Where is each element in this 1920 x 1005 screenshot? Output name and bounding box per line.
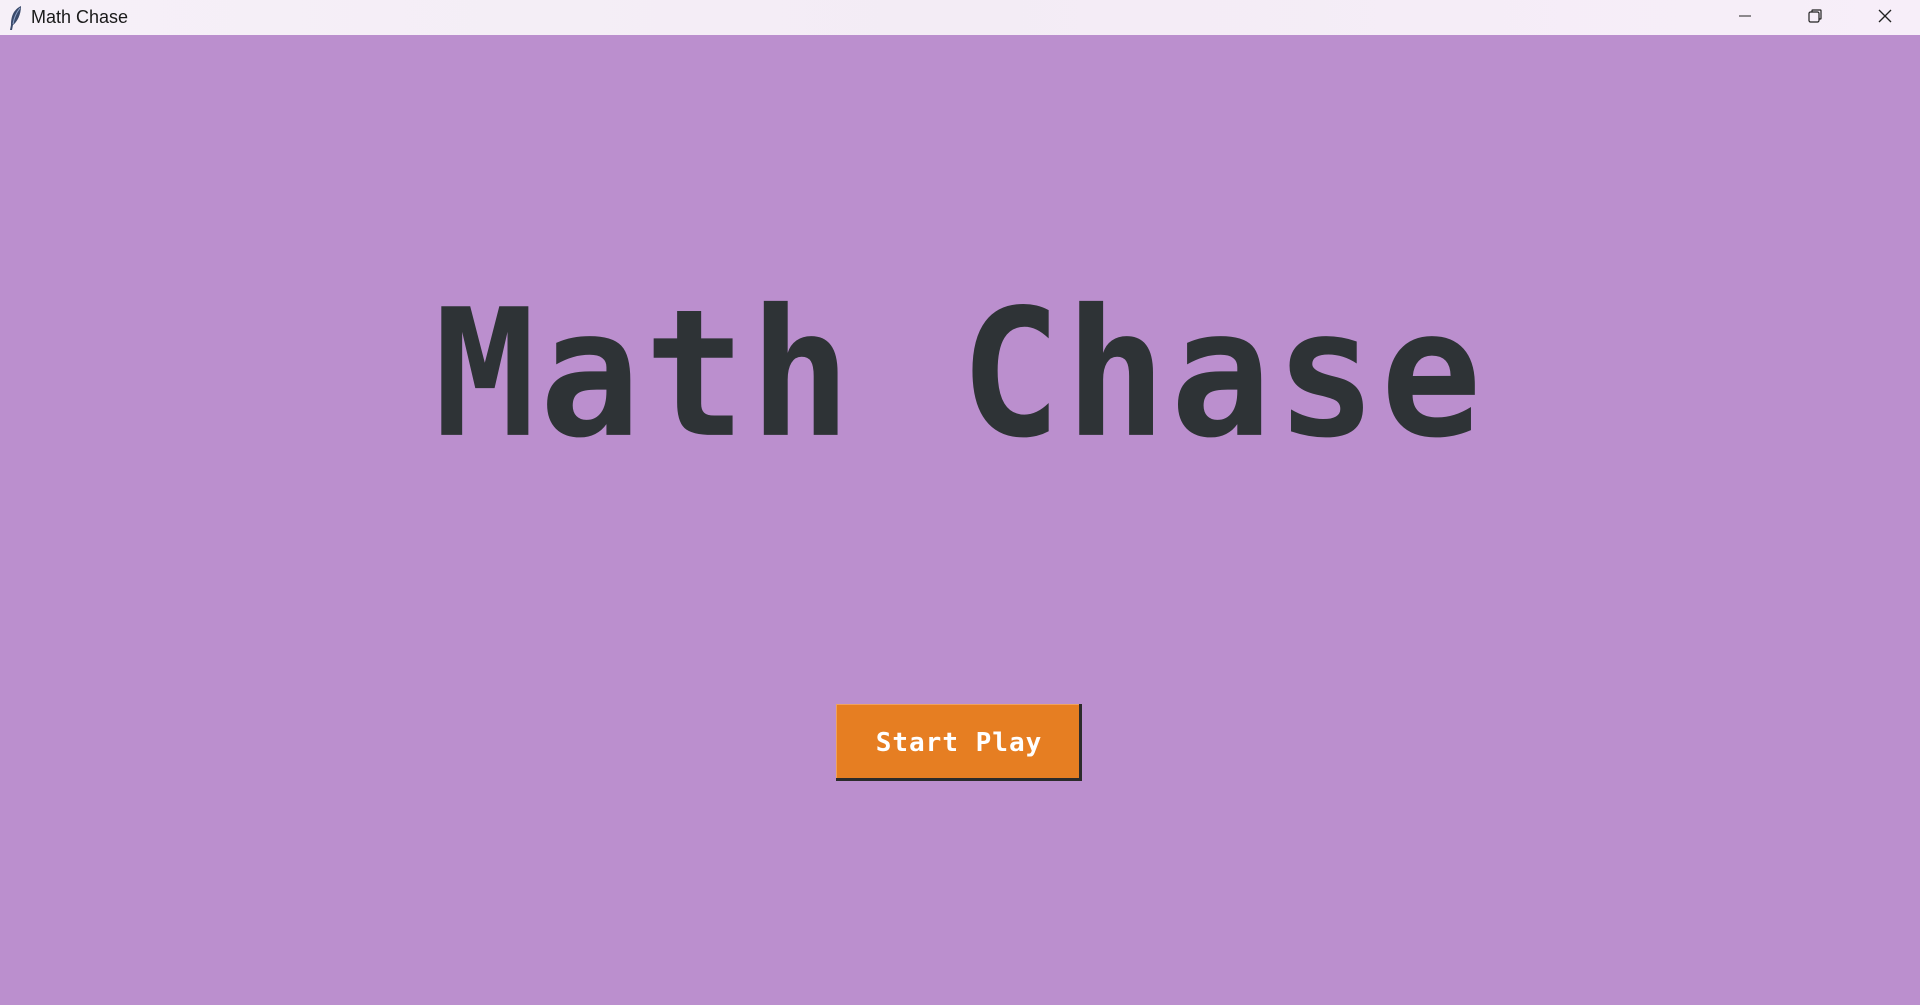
window-controls (1710, 0, 1920, 35)
close-icon (1877, 8, 1893, 28)
minimize-icon (1737, 8, 1753, 28)
close-button[interactable] (1850, 0, 1920, 35)
app-window: Math Chase Math Chase Start Play (0, 0, 1920, 1005)
start-play-button[interactable]: Start Play (836, 704, 1082, 781)
window-title: Math Chase (31, 7, 129, 27)
feather-icon (6, 5, 26, 31)
game-title: Math Chase (434, 271, 1486, 477)
title-bar[interactable]: Math Chase (0, 0, 1920, 35)
game-canvas: Math Chase Start Play (0, 35, 1920, 1005)
minimize-button[interactable] (1710, 0, 1780, 35)
restore-button[interactable] (1780, 0, 1850, 35)
restore-icon (1807, 8, 1823, 28)
